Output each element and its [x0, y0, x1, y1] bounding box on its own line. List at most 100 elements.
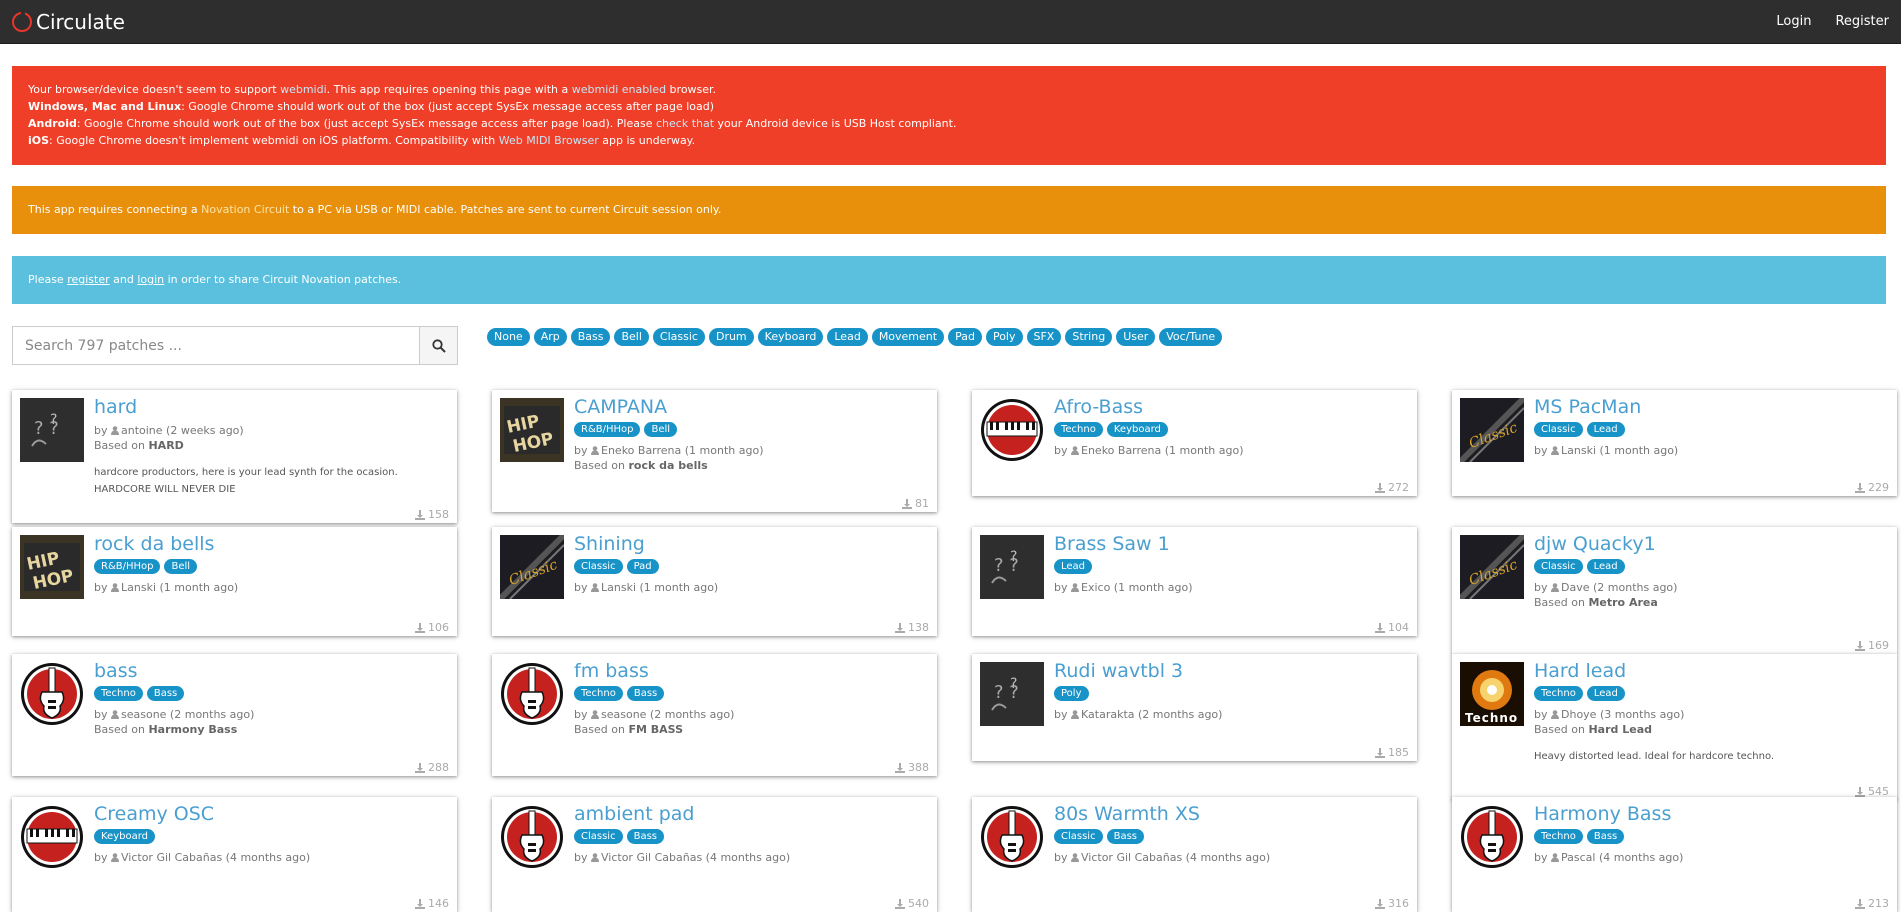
- patch-tag[interactable]: Classic: [1534, 422, 1583, 437]
- patch-tag[interactable]: Techno: [1534, 829, 1583, 844]
- patch-tag[interactable]: Bell: [164, 559, 198, 574]
- patch-title[interactable]: ambient pad: [574, 803, 694, 825]
- author-link[interactable]: Dhoye (3 months ago): [1561, 708, 1684, 721]
- author-link[interactable]: Eneko Barrena (1 month ago): [601, 444, 764, 457]
- patch-card[interactable]: Techno Hard lead Techno Lead by Dhoye (3 mon…: [1452, 654, 1897, 800]
- patch-title[interactable]: Shining: [574, 533, 645, 555]
- author-link[interactable]: Eneko Barrena (1 month ago): [1081, 444, 1244, 457]
- patch-tag[interactable]: Techno: [1534, 686, 1583, 701]
- patch-title[interactable]: Creamy OSC: [94, 803, 214, 825]
- author-link[interactable]: Lanski (1 month ago): [121, 581, 238, 594]
- patch-card[interactable]: ? ?? Brass Saw 1 Lead by Exico (1 month ago…: [972, 527, 1417, 636]
- patch-title[interactable]: djw Quacky1: [1534, 533, 1656, 555]
- web-midi-browser-link[interactable]: Web MIDI Browser: [499, 134, 599, 147]
- webmidi-link[interactable]: webmidi: [280, 83, 327, 96]
- patch-thumbnail[interactable]: [1460, 805, 1524, 869]
- patch-card[interactable]: 80s Warmth XS Classic Bass by Victor Gil Ca…: [972, 797, 1417, 912]
- patch-title[interactable]: MS PacMan: [1534, 396, 1641, 418]
- filter-tag[interactable]: None: [487, 328, 530, 346]
- download-count[interactable]: 138: [895, 621, 929, 634]
- patch-title[interactable]: fm bass: [574, 660, 649, 682]
- filter-tag[interactable]: Bass: [570, 328, 611, 346]
- patch-tag[interactable]: Bass: [1106, 829, 1145, 844]
- patch-thumbnail[interactable]: Techno: [1460, 662, 1524, 726]
- patch-tag[interactable]: Bell: [644, 422, 678, 437]
- patch-title[interactable]: CAMPANA: [574, 396, 667, 418]
- login-link[interactable]: Login: [1764, 0, 1823, 44]
- filter-tag[interactable]: Classic: [652, 328, 705, 346]
- patch-thumbnail[interactable]: ? ??: [20, 398, 84, 462]
- patch-tag[interactable]: Pad: [626, 559, 659, 574]
- download-count[interactable]: 158: [415, 508, 449, 521]
- based-on-link[interactable]: Metro Area: [1588, 596, 1657, 609]
- author-link[interactable]: antoine (2 weeks ago): [121, 424, 244, 437]
- filter-tag[interactable]: Drum: [708, 328, 754, 346]
- filter-tag[interactable]: Keyboard: [757, 328, 824, 346]
- register-inline-link[interactable]: register: [67, 273, 109, 286]
- patch-card[interactable]: Afro-Bass Techno Keyboard by Eneko Barrena …: [972, 390, 1417, 496]
- patch-tag[interactable]: R&B/HHop: [94, 559, 161, 574]
- patch-thumbnail[interactable]: [500, 805, 564, 869]
- filter-tag[interactable]: SFX: [1026, 328, 1062, 346]
- patch-card[interactable]: Creamy OSC Keyboard by Victor Gil Cabañas …: [12, 797, 457, 912]
- patch-card[interactable]: Harmony Bass Techno Bass by Pascal (4 month…: [1452, 797, 1897, 912]
- patch-tag[interactable]: Poly: [1054, 686, 1089, 701]
- patch-thumbnail[interactable]: ? ??: [980, 535, 1044, 599]
- download-count[interactable]: 106: [415, 621, 449, 634]
- filter-tag[interactable]: User: [1116, 328, 1156, 346]
- patch-card[interactable]: HIP HOP rock da bells R&B/HHop Bell by Lanski…: [12, 527, 457, 636]
- patch-title[interactable]: Hard lead: [1534, 660, 1626, 682]
- download-count[interactable]: 81: [902, 497, 929, 510]
- patch-thumbnail[interactable]: Classic: [1460, 535, 1524, 599]
- based-on-link[interactable]: FM BASS: [628, 723, 683, 736]
- filter-tag[interactable]: Lead: [827, 328, 868, 346]
- patch-thumbnail[interactable]: [980, 805, 1044, 869]
- patch-card[interactable]: ambient pad Classic Bass by Victor Gil Caba…: [492, 797, 937, 912]
- author-link[interactable]: Victor Gil Cabañas (4 months ago): [601, 851, 790, 864]
- patch-tag[interactable]: Classic: [574, 829, 623, 844]
- patch-thumbnail[interactable]: Classic: [1460, 398, 1524, 462]
- patch-tag[interactable]: Bass: [626, 686, 665, 701]
- download-count[interactable]: 185: [1375, 746, 1409, 759]
- patch-card[interactable]: ? ?? hard by antoine (2 weeks ago) Based on…: [12, 390, 457, 523]
- download-count[interactable]: 229: [1855, 481, 1889, 494]
- based-on-link[interactable]: Hard Lead: [1588, 723, 1652, 736]
- register-link[interactable]: Register: [1823, 0, 1901, 44]
- webmidi-enabled-link[interactable]: webmidi enabled: [572, 83, 666, 96]
- patch-title[interactable]: 80s Warmth XS: [1054, 803, 1200, 825]
- patch-tag[interactable]: Techno: [1054, 422, 1103, 437]
- patch-card[interactable]: fm bass Techno Bass by seasone (2 months ag…: [492, 654, 937, 776]
- patch-thumbnail[interactable]: [20, 662, 84, 726]
- author-link[interactable]: Victor Gil Cabañas (4 months ago): [121, 851, 310, 864]
- patch-title[interactable]: Harmony Bass: [1534, 803, 1671, 825]
- patch-card[interactable]: Classic Shining Classic Pad by Lanski (1 mon…: [492, 527, 937, 636]
- author-link[interactable]: Lanski (1 month ago): [601, 581, 718, 594]
- author-link[interactable]: Katarakta (2 months ago): [1081, 708, 1222, 721]
- patch-tag[interactable]: Classic: [1534, 559, 1583, 574]
- patch-card[interactable]: bass Techno Bass by seasone (2 months ago) B…: [12, 654, 457, 776]
- patch-tag[interactable]: Keyboard: [1106, 422, 1168, 437]
- filter-tag[interactable]: Movement: [871, 328, 945, 346]
- patch-thumbnail[interactable]: [980, 398, 1044, 462]
- download-count[interactable]: 169: [1855, 639, 1889, 652]
- login-inline-link[interactable]: login: [137, 273, 164, 286]
- patch-title[interactable]: hard: [94, 396, 137, 418]
- patch-title[interactable]: Afro-Bass: [1054, 396, 1143, 418]
- patch-thumbnail[interactable]: HIP HOP: [20, 535, 84, 599]
- patch-tag[interactable]: Classic: [574, 559, 623, 574]
- patch-thumbnail[interactable]: [500, 662, 564, 726]
- filter-tag[interactable]: String: [1065, 328, 1113, 346]
- search-button[interactable]: [419, 326, 458, 365]
- patch-title[interactable]: rock da bells: [94, 533, 214, 555]
- patch-tag[interactable]: Bass: [626, 829, 665, 844]
- novation-circuit-link[interactable]: Novation Circuit: [201, 203, 289, 216]
- patch-tag[interactable]: Bass: [1586, 829, 1625, 844]
- based-on-link[interactable]: Harmony Bass: [148, 723, 237, 736]
- search-input[interactable]: [12, 326, 419, 365]
- filter-tag[interactable]: Pad: [948, 328, 982, 346]
- patch-card[interactable]: HIP HOP CAMPANA R&B/HHop Bell by Eneko Barren…: [492, 390, 937, 512]
- filter-tag[interactable]: Voc/Tune: [1159, 328, 1223, 346]
- based-on-link[interactable]: HARD: [148, 439, 183, 452]
- filter-tag[interactable]: Poly: [985, 328, 1023, 346]
- download-count[interactable]: 104: [1375, 621, 1409, 634]
